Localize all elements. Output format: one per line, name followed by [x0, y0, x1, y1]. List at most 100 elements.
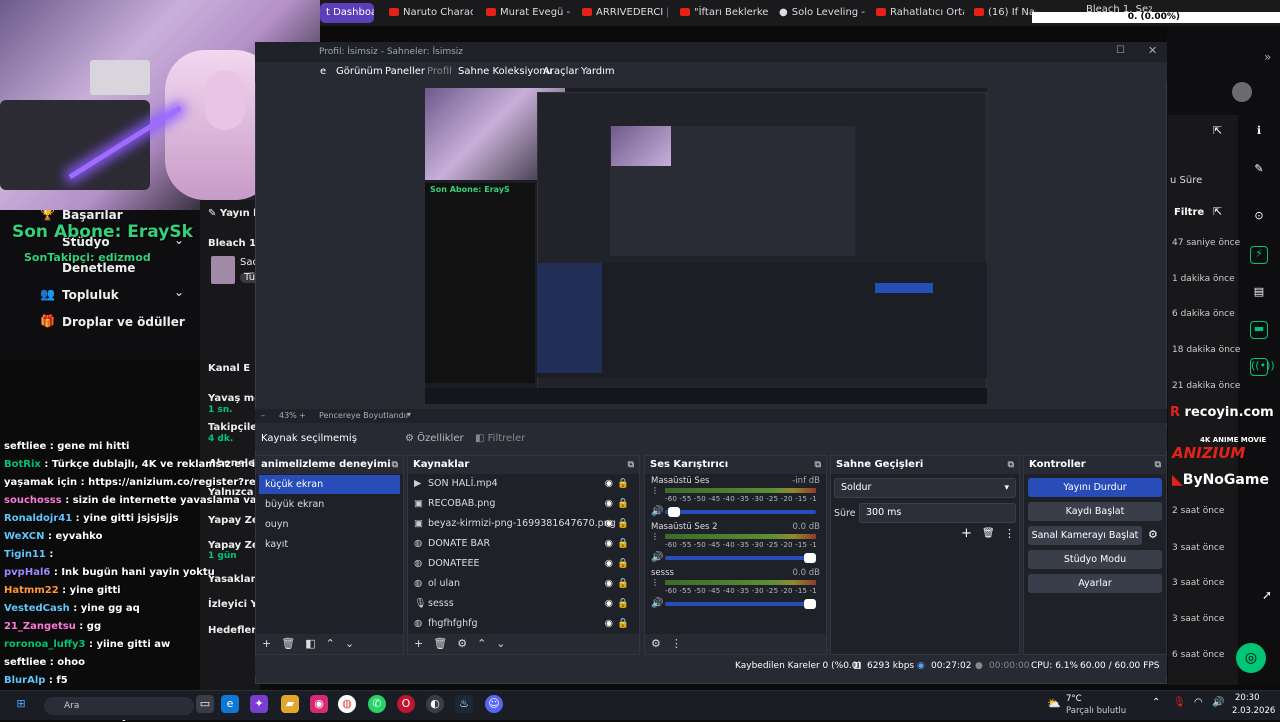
menu-docks[interactable]: Paneller — [385, 66, 425, 77]
maximize-icon[interactable]: ☐ — [1116, 45, 1125, 56]
eye-icon[interactable]: ◉ — [605, 534, 613, 554]
speaker-icon[interactable]: 🔊 — [1212, 697, 1224, 708]
browser-tab-dashboard[interactable]: t Dashboard — [320, 3, 374, 23]
pencil-icon[interactable]: ✎ — [1250, 162, 1268, 180]
up-arrow-icon[interactable]: ⌃ — [326, 637, 335, 650]
volume-slider[interactable] — [665, 553, 816, 563]
volume-slider[interactable] — [665, 599, 816, 609]
menu-tools[interactable]: Araçlar — [543, 66, 579, 77]
browser-tab-murat[interactable]: Murat Evegü - Yo — [482, 3, 570, 23]
speaker-icon[interactable]: 🔊 — [651, 506, 663, 517]
eye-icon[interactable]: ◉ — [605, 474, 613, 494]
speaker-icon[interactable]: 🔊 — [651, 598, 663, 609]
chat-username[interactable]: BlurAlp — [4, 675, 45, 686]
wifi-icon[interactable]: ◠ — [1194, 697, 1203, 708]
volume-slider[interactable] — [665, 507, 816, 517]
info-icon[interactable]: ℹ — [1250, 124, 1268, 142]
eye-icon[interactable]: ◉ — [605, 574, 613, 594]
nav-item-drops[interactable]: Droplar ve ödüller — [62, 315, 185, 329]
add-icon[interactable]: + — [414, 637, 423, 650]
volume-knob[interactable] — [804, 599, 816, 609]
instagram-icon[interactable]: ◉ — [310, 695, 328, 713]
kebab-menu-icon[interactable]: ⋮ — [651, 486, 659, 495]
lock-icon[interactable]: 🔒 — [617, 594, 629, 614]
browser-tab-naruto2[interactable]: (16) If Naruto wa — [970, 3, 1036, 23]
studio-mode-button[interactable]: Stüdyo Modu — [1028, 550, 1162, 569]
eye-icon[interactable]: ◉ — [605, 514, 613, 534]
broadcast-icon[interactable]: ((•)) — [1250, 358, 1275, 376]
browser-tab-arrivederci[interactable]: ARRIVEDERCI | M — [578, 3, 668, 23]
help-fab-icon[interactable]: ◎ — [1236, 643, 1266, 673]
chat-username[interactable]: souchosss — [4, 495, 62, 506]
target-icon[interactable]: ⊙ — [1250, 209, 1268, 227]
nav-item-community[interactable]: Topluluk — [62, 288, 119, 302]
scene-item[interactable]: büyük ekran — [259, 495, 400, 514]
source-item[interactable]: ◍ fhgfhfghfg ◉ 🔒 — [408, 614, 639, 634]
lock-icon[interactable]: 🔒 — [617, 474, 629, 494]
zoom-plus-icon[interactable]: + — [299, 411, 306, 420]
scene-item[interactable]: küçük ekran — [259, 475, 400, 494]
source-item[interactable]: ▣ RECOBAB.png ◉ 🔒 — [408, 494, 639, 514]
filters-button[interactable]: ◧ Filtreler — [475, 433, 525, 444]
browser-tab-rahatlatici[interactable]: Rahatlatıcı Orta Do — [872, 3, 964, 23]
filter-icon[interactable]: ◧ — [305, 637, 315, 650]
chrome-icon[interactable]: ◍ — [338, 695, 356, 713]
copilot-icon[interactable]: ✦ — [250, 695, 268, 713]
down-arrow-icon[interactable]: ⌄ — [496, 637, 505, 650]
source-item[interactable]: ◍ DONATEEE ◉ 🔒 — [408, 554, 639, 574]
browser-tab-solo[interactable]: ●Solo Leveling - Bö — [775, 3, 865, 23]
chat-username[interactable]: 21_Zangetsu — [4, 621, 76, 632]
undock-icon[interactable]: ⧉ — [628, 456, 634, 474]
menu-profile[interactable]: Profil — [427, 66, 452, 77]
source-item[interactable]: ▶ SON HALİ.mp4 ◉ 🔒 — [408, 474, 639, 494]
source-item[interactable]: ▣ beyaz-kirmizi-png-1699381647670.png ◉ 🔒 — [408, 514, 639, 534]
transition-select[interactable]: Soldur ▾ — [834, 478, 1016, 498]
eye-icon[interactable]: ◉ — [605, 554, 613, 574]
lock-icon[interactable]: 🔒 — [617, 614, 629, 634]
menu-scene-collection[interactable]: Sahne Koleksiyonu — [458, 66, 552, 77]
browser-tab-naruto[interactable]: Naruto Characters — [385, 3, 473, 23]
caret-down-icon[interactable]: ▾ — [407, 410, 411, 419]
task-view-icon[interactable]: ▭ — [196, 695, 214, 713]
filter-button[interactable]: Filtre — [1174, 207, 1204, 218]
lock-icon[interactable]: 🔒 — [617, 574, 629, 594]
gear-icon[interactable]: ⚙ — [457, 637, 467, 650]
lightning-icon[interactable]: ⚡ — [1250, 246, 1268, 264]
menu-view[interactable]: Görünüm — [336, 66, 383, 77]
undock-icon[interactable]: ⧉ — [1008, 456, 1014, 474]
mic-icon[interactable]: 🎙 — [1173, 697, 1186, 708]
kebab-menu-icon[interactable]: ⋮ — [671, 637, 682, 650]
menu-help[interactable]: Yardım — [581, 66, 615, 77]
scene-item[interactable]: kayıt — [259, 535, 400, 554]
edge-icon[interactable]: e — [221, 695, 239, 713]
source-item[interactable]: ◍ DONATE BAR ◉ 🔒 — [408, 534, 639, 554]
chat-username[interactable]: Tigin11 — [4, 549, 46, 560]
settings-button[interactable]: Ayarlar — [1028, 574, 1162, 593]
lock-icon[interactable]: 🔒 — [617, 494, 629, 514]
add-icon[interactable]: + — [961, 526, 972, 541]
avatar[interactable] — [1232, 82, 1252, 102]
zoom-minus-icon[interactable]: – — [261, 411, 265, 420]
fit-window-button[interactable]: Pencereye Boyutlandır — [319, 411, 409, 420]
chat-username[interactable]: pvpHal6 — [4, 567, 50, 578]
nav-item-achievements[interactable]: Başarılar — [62, 208, 123, 222]
source-item[interactable]: 🎙 sesss ◉ 🔒 — [408, 594, 639, 614]
eye-icon[interactable]: ◉ — [605, 494, 613, 514]
taskbar-search[interactable]: Ara — [44, 697, 194, 715]
scene-item[interactable]: ouyn — [259, 515, 400, 534]
eye-icon[interactable]: ◉ — [605, 614, 613, 634]
lock-icon[interactable]: 🔒 — [617, 514, 629, 534]
lock-icon[interactable]: 🔒 — [617, 554, 629, 574]
browser-tab-iftar[interactable]: "İftarı Beklerken b — [676, 3, 768, 23]
chat-username[interactable]: seftliee — [4, 441, 46, 452]
menu-edit[interactable]: e — [320, 66, 326, 77]
gear-icon[interactable]: ⚙ — [1148, 528, 1158, 541]
start-recording-button[interactable]: Kaydı Başlat — [1028, 502, 1162, 521]
chat-username[interactable]: VestedCash — [4, 603, 70, 614]
trash-icon[interactable]: 🗑 — [281, 637, 295, 650]
undock-icon[interactable]: ⧉ — [815, 456, 821, 474]
undock-icon[interactable]: ⧉ — [392, 456, 398, 474]
collapse-icon[interactable]: » — [1264, 50, 1271, 64]
discord-icon[interactable]: ☺ — [485, 695, 503, 713]
obs-preview[interactable]: Son Abone: ErayS — [425, 88, 987, 404]
